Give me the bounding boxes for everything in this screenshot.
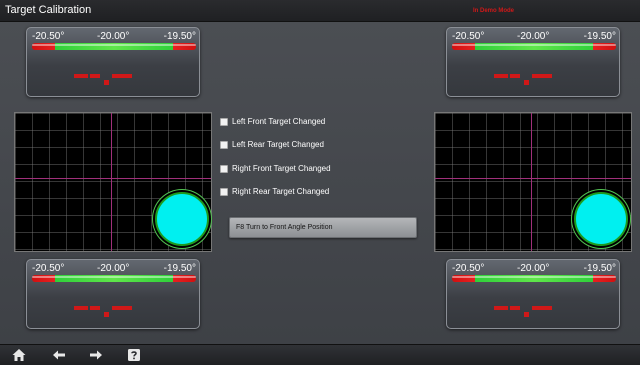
arrow-right-icon[interactable] — [88, 347, 104, 363]
option-label: Right Rear Target Changed — [232, 187, 330, 196]
gauge-value-label: -20.00° — [517, 31, 550, 42]
gauge-value-label: -20.00° — [517, 263, 550, 274]
bottom-nav-bar — [0, 344, 640, 365]
gauge-left-front: -20.50° -20.00° -19.50° — [26, 27, 200, 97]
gauge-value-label: -20.00° — [97, 31, 130, 42]
gauge-right-rear: -20.50° -20.00° -19.50° — [446, 259, 620, 329]
gauge-min-label: -20.50° — [452, 263, 485, 274]
window-title: Target Calibration — [5, 4, 92, 16]
turn-to-front-angle-button[interactable]: F8 Turn to Front Angle Position — [229, 217, 417, 238]
gauge-indicator — [447, 74, 619, 88]
gauge-tolerance-bar — [32, 275, 196, 282]
gauge-max-label: -19.50° — [583, 31, 616, 42]
gauge-min-label: -20.50° — [452, 31, 485, 42]
gauge-indicator — [27, 306, 199, 320]
gauge-max-label: -19.50° — [163, 31, 196, 42]
grid-crosshair-horizontal — [435, 178, 631, 179]
grid-crosshair-vertical — [531, 113, 532, 251]
button-label: F8 Turn to Front Angle Position — [236, 224, 333, 231]
gauge-right-front: -20.50° -20.00° -19.50° — [446, 27, 620, 97]
gauge-tolerance-bar — [32, 43, 196, 50]
checkbox[interactable] — [220, 165, 228, 173]
target-indicator — [574, 192, 628, 246]
help-icon[interactable] — [126, 347, 142, 363]
gauge-tolerance-bar — [452, 275, 616, 282]
option-label: Right Front Target Changed — [232, 164, 331, 173]
home-icon[interactable] — [11, 347, 27, 363]
gauge-tolerance-bar — [452, 43, 616, 50]
gauge-left-rear: -20.50° -20.00° -19.50° — [26, 259, 200, 329]
gauge-value-label: -20.00° — [97, 263, 130, 274]
option-label: Left Rear Target Changed — [232, 140, 324, 149]
option-label: Left Front Target Changed — [232, 117, 326, 126]
gauge-max-label: -19.50° — [583, 263, 616, 274]
target-indicator — [155, 192, 209, 246]
gauge-indicator — [447, 306, 619, 320]
grid-crosshair-horizontal — [15, 178, 211, 179]
grid-crosshair-vertical — [111, 113, 112, 251]
arrow-left-icon[interactable] — [51, 347, 67, 363]
demo-mode-label: In Demo Mode — [473, 8, 515, 14]
gauge-min-label: -20.50° — [32, 31, 65, 42]
checkbox[interactable] — [220, 141, 228, 149]
title-bar: Target Calibration In Demo Mode — [0, 0, 640, 22]
checkbox[interactable] — [220, 188, 228, 196]
target-grid-right — [434, 112, 632, 252]
gauge-max-label: -19.50° — [163, 263, 196, 274]
gauge-indicator — [27, 74, 199, 88]
gauge-min-label: -20.50° — [32, 263, 65, 274]
target-grid-left — [14, 112, 212, 252]
checkbox[interactable] — [220, 118, 228, 126]
